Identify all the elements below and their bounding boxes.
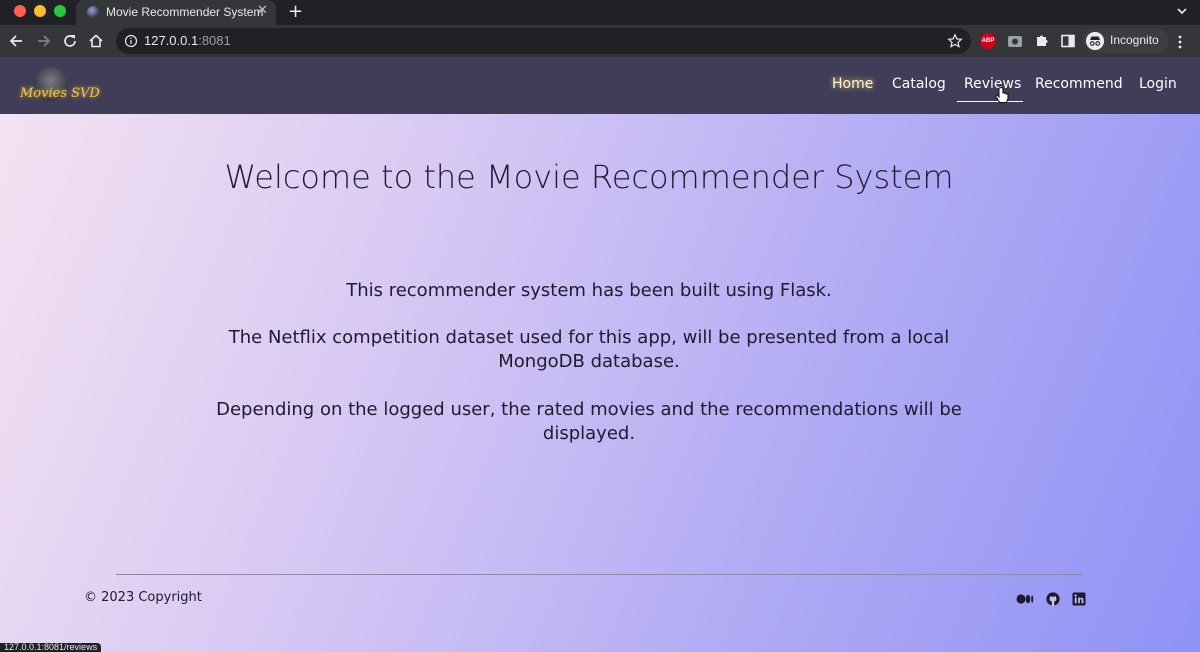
nav-recommend[interactable]: Recommend [1035, 76, 1123, 92]
nav-reviews[interactable]: Reviews [964, 76, 1021, 92]
tab-close-icon[interactable]: ✕ [257, 3, 268, 18]
intro-paragraph-flask: This recommender system has been built u… [346, 280, 832, 301]
url-text[interactable]: 127.0.0.1:8081 [144, 33, 231, 48]
nav-login[interactable]: Login [1139, 76, 1177, 92]
side-panel-icon[interactable] [1060, 33, 1076, 49]
site-logo[interactable]: Movies SVD [20, 67, 100, 109]
extensions-puzzle-icon[interactable] [1034, 33, 1050, 49]
url-host: 127.0.0.1 [144, 33, 199, 48]
page-title: Welcome to the Movie Recommender System [224, 158, 954, 196]
browser-menu-icon[interactable] [1176, 34, 1184, 50]
footer-copyright: © 2023 Copyright [84, 590, 202, 605]
browser-tab[interactable]: Movie Recommender System ✕ [76, 0, 276, 25]
tab-title: Movie Recommender System [106, 5, 264, 19]
bookmark-star-icon[interactable] [947, 33, 963, 49]
logo-text: Movies SVD [20, 86, 100, 101]
home-icon[interactable] [87, 32, 105, 50]
footer-divider [116, 574, 1082, 575]
minimize-window-button[interactable] [34, 5, 46, 17]
forward-arrow-icon[interactable] [34, 32, 52, 50]
intro-paragraph-user: Depending on the logged user, the rated … [216, 399, 962, 444]
github-icon[interactable] [1046, 592, 1060, 606]
adblock-plus-icon[interactable]: ABP [980, 33, 996, 49]
web-page: Movies SVD Home Catalog Reviews Recommen… [0, 57, 1200, 652]
nav-catalog[interactable]: Catalog [892, 76, 946, 92]
medium-icon[interactable] [1016, 592, 1034, 606]
tab-search-chevron-icon[interactable] [1175, 4, 1189, 18]
hand-pointer-cursor-icon [995, 87, 1009, 103]
new-tab-button[interactable]: + [288, 1, 303, 23]
linkedin-icon[interactable] [1072, 592, 1086, 606]
browser-toolbar: 127.0.0.1:8081 ABP Incognito [0, 25, 1200, 57]
address-bar[interactable]: 127.0.0.1:8081 [116, 28, 971, 54]
close-window-button[interactable] [14, 5, 26, 17]
zoom-window-button[interactable] [54, 5, 66, 17]
site-info-icon[interactable] [124, 34, 138, 48]
incognito-icon [1086, 32, 1104, 50]
back-arrow-icon[interactable] [8, 32, 26, 50]
nav-home[interactable]: Home [832, 76, 873, 92]
link-status-bar: 127.0.0.1:8081/reviews [0, 643, 102, 652]
screenshot-camera-icon[interactable] [1007, 33, 1023, 49]
browser-tab-bar: Movie Recommender System ✕ + [0, 0, 1200, 25]
reload-icon[interactable] [61, 32, 79, 50]
incognito-label: Incognito [1110, 33, 1159, 47]
incognito-profile-button[interactable]: Incognito [1083, 29, 1169, 53]
site-navbar: Movies SVD Home Catalog Reviews Recommen… [0, 57, 1200, 114]
nav-hover-underline [957, 101, 1023, 102]
intro-paragraph-dataset: The Netflix competition dataset used for… [228, 327, 950, 372]
favicon-icon [87, 6, 99, 18]
url-port: :8081 [198, 33, 231, 48]
